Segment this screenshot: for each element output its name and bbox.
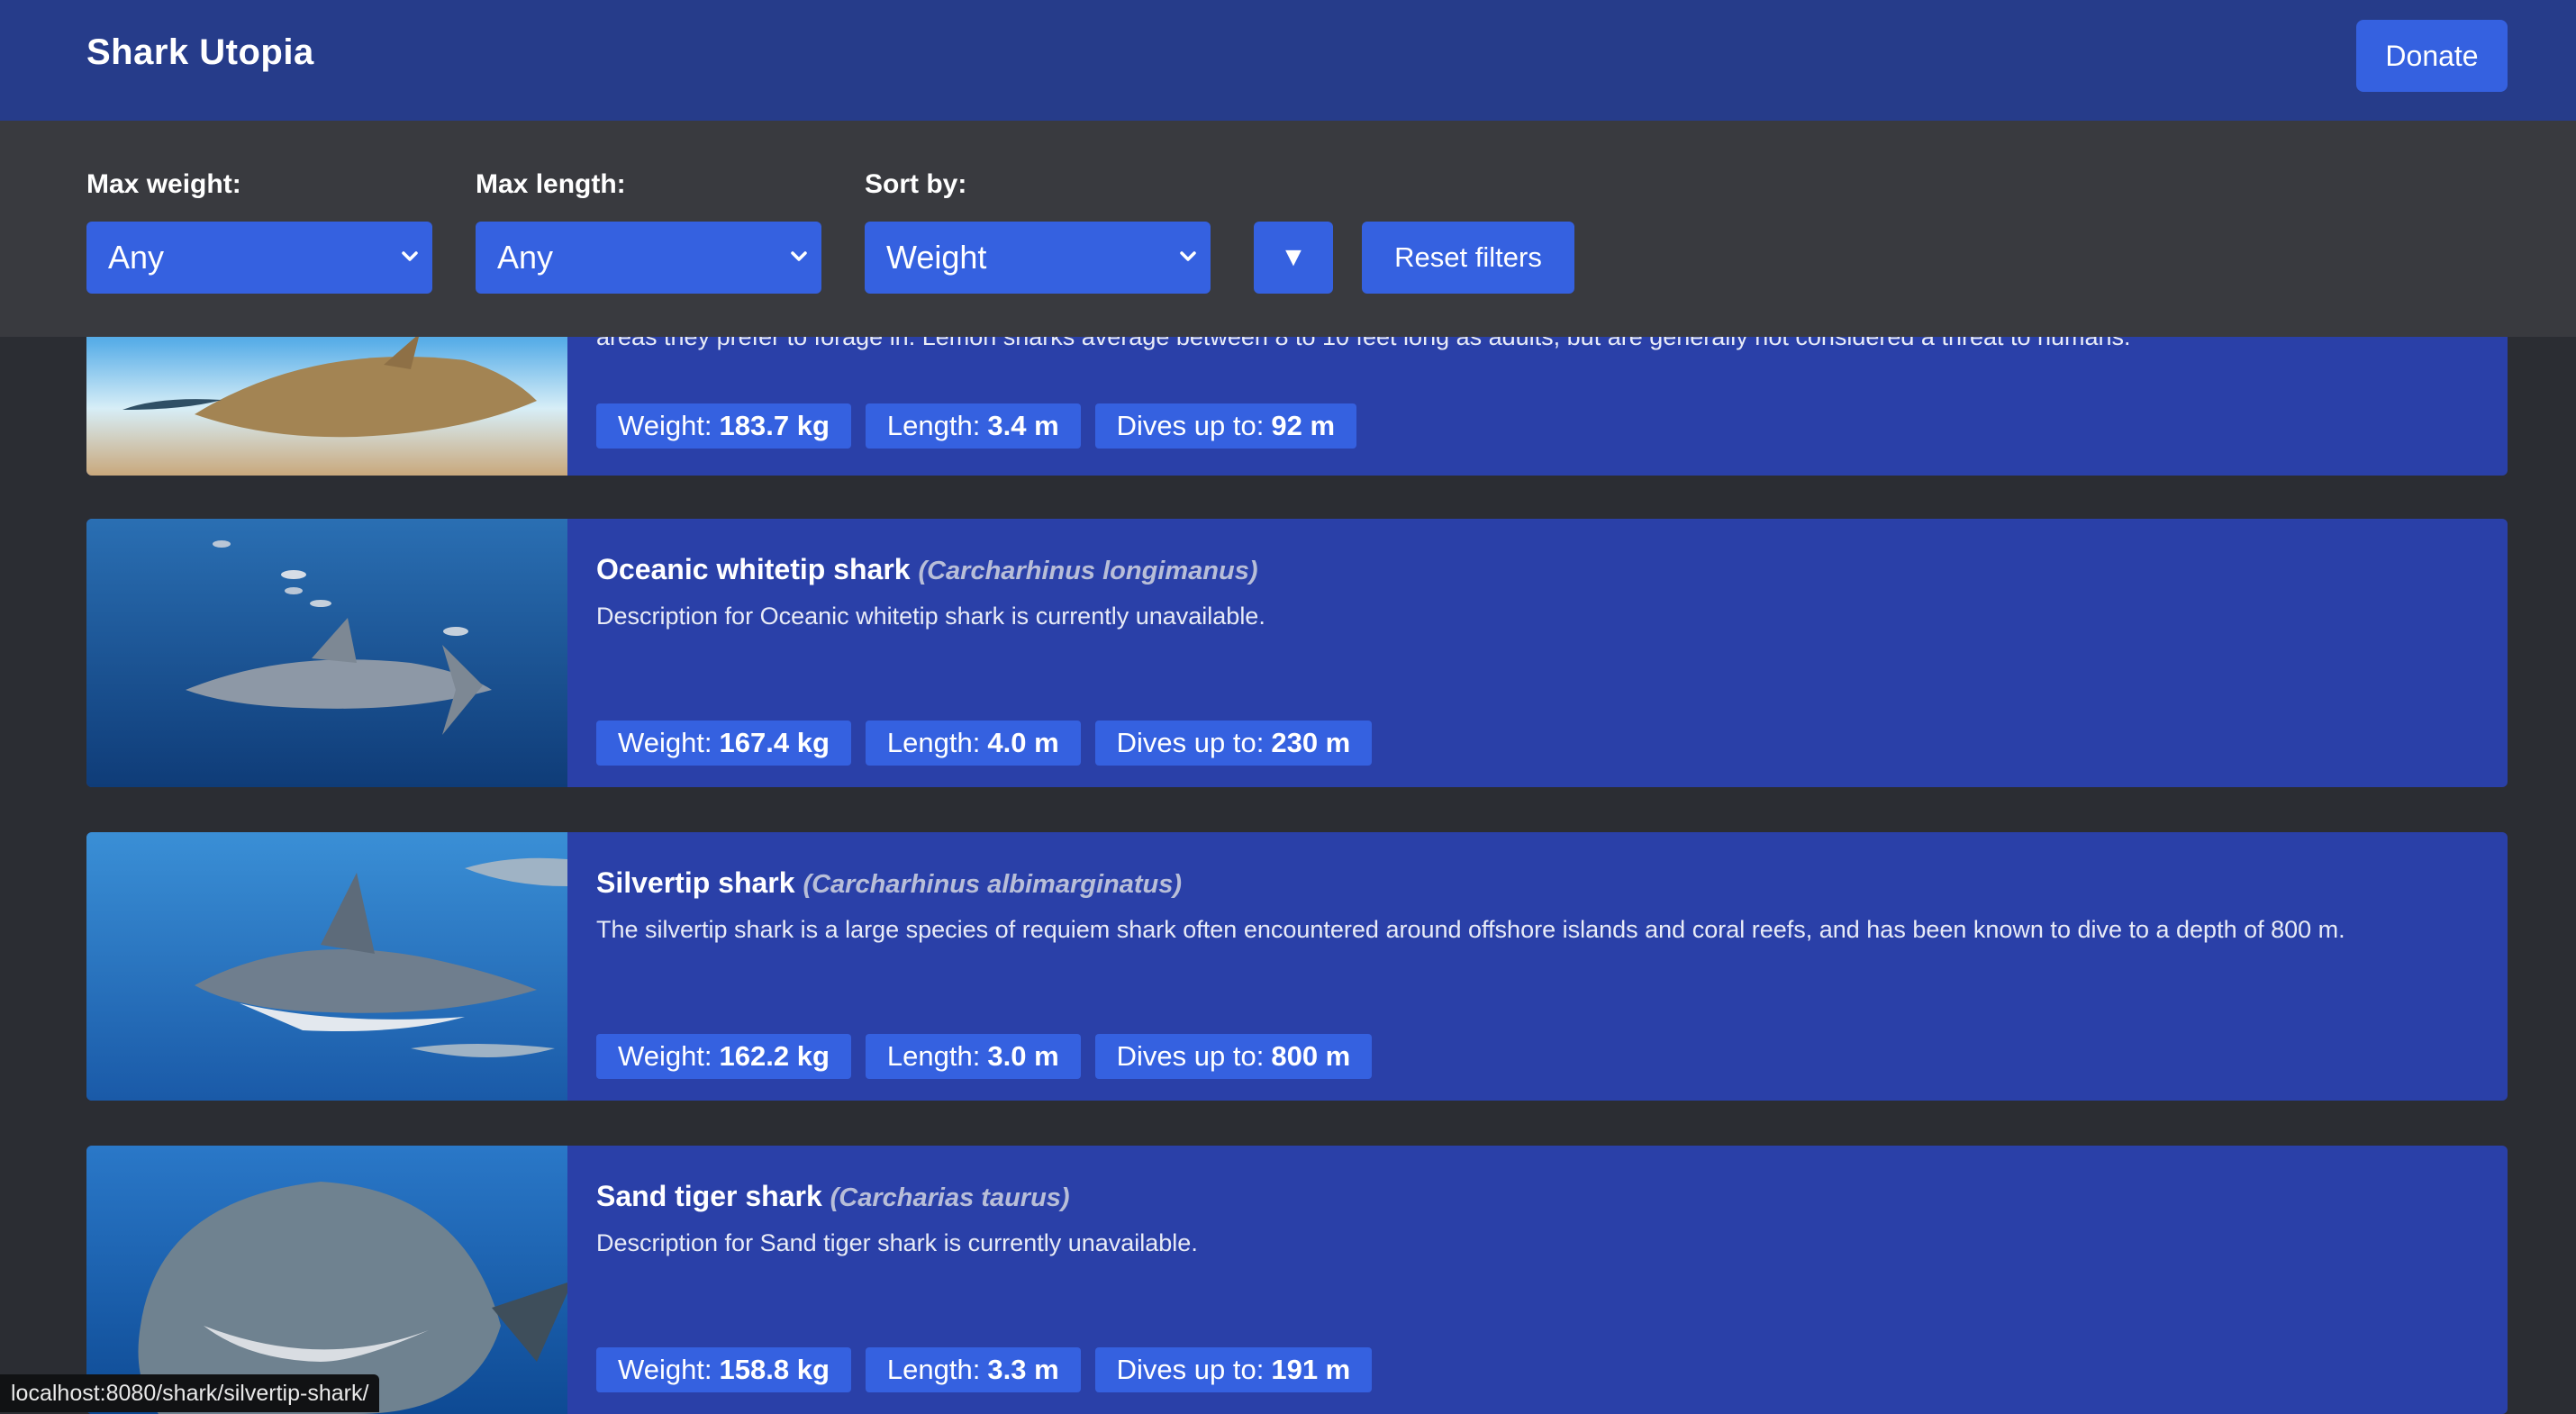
shark-common-name: Sand tiger shark (596, 1180, 822, 1212)
dive-depth-badge: Dives up to: 92 m (1094, 403, 1357, 449)
shark-card-silvertip[interactable]: Silvertip shark (Carcharhinus albimargin… (86, 832, 2508, 1101)
chevron-down-icon (791, 251, 807, 261)
length-badge: Length: 3.3 m (865, 1347, 1081, 1392)
weight-badge: Weight: 162.2 kg (596, 1034, 851, 1079)
donate-button[interactable]: Donate (2356, 20, 2508, 92)
link-status-bar: localhost:8080/shark/silvertip-shark/ (0, 1374, 380, 1412)
max-weight-value: Any (108, 239, 165, 276)
sort-direction-button[interactable]: ▼ (1254, 222, 1333, 294)
length-badge: Length: 4.0 m (865, 721, 1081, 766)
weight-badge: Weight: 158.8 kg (596, 1347, 851, 1392)
max-weight-label: Max weight: (86, 169, 241, 199)
shark-photo (86, 519, 567, 787)
shark-scientific-name: (Carcharhinus longimanus) (918, 557, 1258, 585)
shark-name[interactable]: Sand tiger shark (Carcharias taurus) (596, 1180, 1070, 1213)
length-badge: Length: 3.4 m (865, 403, 1081, 449)
weight-badge: Weight: 167.4 kg (596, 721, 851, 766)
filter-bar: Max weight: Any Max length: Any Sort by:… (0, 121, 2576, 337)
site-header: Shark Utopia Donate (0, 0, 2576, 121)
shark-card-sand-tiger[interactable]: Sand tiger shark (Carcharias taurus) Des… (86, 1146, 2508, 1414)
shark-description: Description for Sand tiger shark is curr… (596, 1229, 1198, 1256)
sort-by-value: Weight (886, 239, 987, 276)
sort-by-label: Sort by: (865, 169, 967, 199)
weight-badge: Weight: 183.7 kg (596, 403, 851, 449)
shark-scientific-name: (Carcharhinus albimarginatus) (803, 870, 1183, 899)
dive-depth-badge: Dives up to: 800 m (1094, 1034, 1373, 1079)
brand-logo[interactable]: Shark Utopia (86, 32, 314, 73)
dive-depth-badge: Dives up to: 191 m (1094, 1347, 1373, 1392)
shark-common-name: Oceanic whitetip shark (596, 553, 911, 585)
max-length-value: Any (497, 239, 554, 276)
reset-filters-button[interactable]: Reset filters (1362, 222, 1574, 294)
shark-name[interactable]: Oceanic whitetip shark (Carcharhinus lon… (596, 553, 1258, 586)
sort-by-select[interactable]: Weight (865, 222, 1211, 294)
max-length-select[interactable]: Any (476, 222, 821, 294)
shark-description: Description for Oceanic whitetip shark i… (596, 603, 1265, 630)
shark-stats: Weight: 162.2 kg Length: 3.0 m Dives up to… (596, 1034, 1373, 1079)
shark-common-name: Silvertip shark (596, 866, 795, 899)
shark-photo (86, 832, 567, 1101)
dive-depth-badge: Dives up to: 230 m (1094, 721, 1373, 766)
chevron-down-icon (402, 251, 418, 261)
length-badge: Length: 3.0 m (865, 1034, 1081, 1079)
shark-stats: Weight: 183.7 kg Length: 3.4 m Dives up to… (596, 403, 1357, 449)
shark-description: The silvertip shark is a large species o… (596, 916, 2345, 943)
shark-stats: Weight: 167.4 kg Length: 4.0 m Dives up to… (596, 721, 1373, 766)
chevron-down-icon (1180, 251, 1196, 261)
shark-card-oceanic-whitetip[interactable]: Oceanic whitetip shark (Carcharhinus lon… (86, 519, 2508, 787)
triangle-down-icon: ▼ (1280, 242, 1307, 272)
shark-stats: Weight: 158.8 kg Length: 3.3 m Dives up to… (596, 1347, 1373, 1392)
max-length-label: Max length: (476, 169, 626, 199)
max-weight-select[interactable]: Any (86, 222, 432, 294)
shark-scientific-name: (Carcharias taurus) (830, 1183, 1070, 1212)
shark-name[interactable]: Silvertip shark (Carcharhinus albimargin… (596, 866, 1182, 900)
